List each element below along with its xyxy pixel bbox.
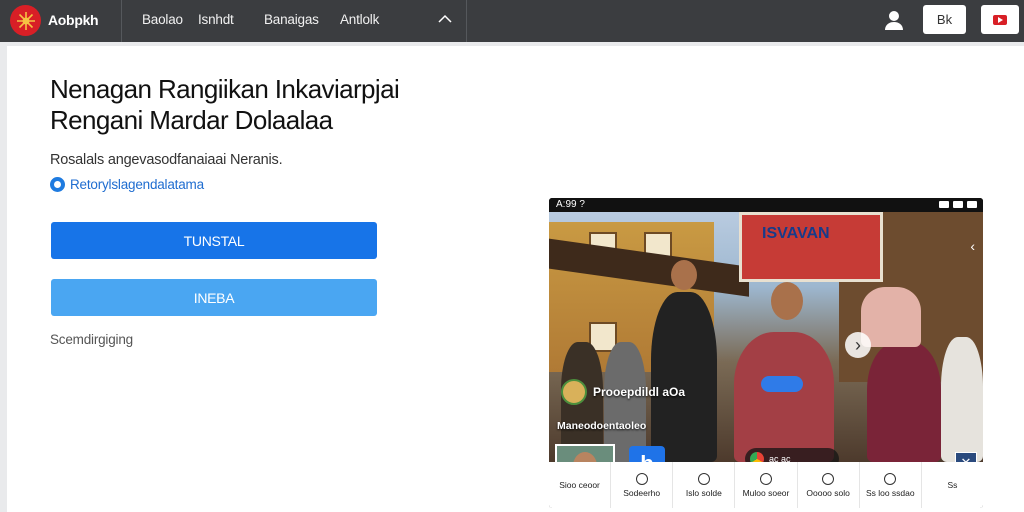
nav-item-1[interactable]: Baolao	[142, 12, 183, 27]
nav-item-4[interactable]: Antlolk	[340, 12, 379, 27]
bottom-nav-label: Islo solde	[685, 487, 722, 498]
play-icon	[993, 14, 1007, 25]
person-figure	[941, 337, 983, 462]
person-figure	[734, 332, 834, 462]
banner-text: ISVAVAN	[762, 225, 830, 242]
channel-avatar	[561, 379, 587, 405]
channel-title-text: Prooepdildl aOa	[593, 385, 686, 399]
header-divider-2	[466, 0, 467, 42]
title-line-2: Rengani Mardar Dolaalaa	[50, 105, 333, 135]
channel-subtitle: Maneodoentaoleo	[557, 420, 647, 432]
shield-icon	[822, 472, 835, 485]
page-subtitle: Rosalals angevasodfanaiaai Neranis.	[50, 152, 283, 168]
bottom-nav-label: Muloo soeor	[742, 487, 790, 498]
bottom-nav-item[interactable]: Sioo ceoor	[549, 462, 612, 508]
bottom-nav-item[interactable]: Islo solde	[673, 462, 736, 508]
heart-icon	[884, 472, 897, 485]
info-icon	[50, 177, 65, 192]
brand-name[interactable]: Aobpkh	[48, 12, 99, 28]
bottom-nav-item[interactable]: Ooooo solo	[798, 462, 860, 508]
person-figure	[867, 342, 941, 462]
header-divider	[121, 0, 122, 42]
chevron-up-icon[interactable]	[436, 10, 454, 28]
phone-preview: A:99 ? ISVAVAN › ‹ Prooepdildl aOa Maneo…	[549, 198, 983, 508]
scene-banner: ISVAVAN	[739, 212, 883, 282]
bottom-nav-label: Ss	[947, 480, 958, 490]
status-icons	[939, 201, 977, 208]
person-figure	[651, 292, 717, 462]
bottom-nav-label: Sioo ceoor	[559, 480, 600, 490]
info-link[interactable]: Retorylslagendalatama	[50, 177, 204, 192]
person-head	[771, 282, 803, 320]
top-bar: Aobpkh Baolao Isnhdt Banaigas Antlolk Bk	[0, 0, 1024, 42]
bottom-nav-label: Sodeerho	[623, 487, 661, 498]
bottom-nav-item[interactable]: Muloo soeor	[735, 462, 798, 508]
bottom-nav-item[interactable]: Ss	[922, 462, 983, 508]
phone-status-bar: A:99 ?	[549, 198, 983, 212]
play-button[interactable]	[981, 5, 1019, 34]
phone-bottom-nav: Sioo ceoor Sodeerho Islo solde Muloo soe…	[549, 462, 983, 508]
footnote: Scemdirgiging	[50, 332, 133, 347]
title-line-1: Nenagan Rangiikan Inkaviarpjai	[50, 74, 400, 104]
video-scene[interactable]: ISVAVAN › ‹ Prooepdildl aOa Maneodoentao…	[549, 212, 983, 498]
nav-item-3[interactable]: Banaigas	[264, 12, 319, 27]
info-link-text[interactable]: Retorylslagendalatama	[70, 177, 204, 192]
status-pill[interactable]	[761, 376, 803, 392]
primary-button[interactable]: TUNSTAL	[51, 222, 377, 259]
pin-icon	[635, 472, 648, 485]
person-figure	[861, 287, 921, 347]
location-icon	[697, 472, 710, 485]
nav-item-2[interactable]: Isnhdt	[198, 12, 234, 27]
bottom-nav-item[interactable]: Sodeerho	[611, 462, 674, 508]
message-icon	[759, 472, 772, 485]
person-head	[671, 260, 697, 290]
page-title: Nenagan Rangiikan Inkaviarpjai Rengani M…	[50, 74, 520, 136]
secondary-button[interactable]: INEBA	[51, 279, 377, 316]
bottom-nav-label: Ooooo solo	[806, 487, 850, 498]
status-time: A:99 ?	[556, 199, 585, 210]
user-icon[interactable]	[882, 8, 906, 32]
bottom-nav-label: Ss loo ssdao	[865, 487, 915, 498]
account-button[interactable]: Bk	[923, 5, 966, 34]
chevron-right-icon[interactable]: ›	[845, 332, 871, 358]
sunburst-logo-icon[interactable]	[10, 5, 41, 36]
bottom-nav-item[interactable]: Ss loo ssdao	[860, 462, 922, 508]
chevron-left-icon[interactable]: ‹	[970, 238, 975, 254]
channel-title[interactable]: Prooepdildl aOa	[561, 379, 685, 405]
